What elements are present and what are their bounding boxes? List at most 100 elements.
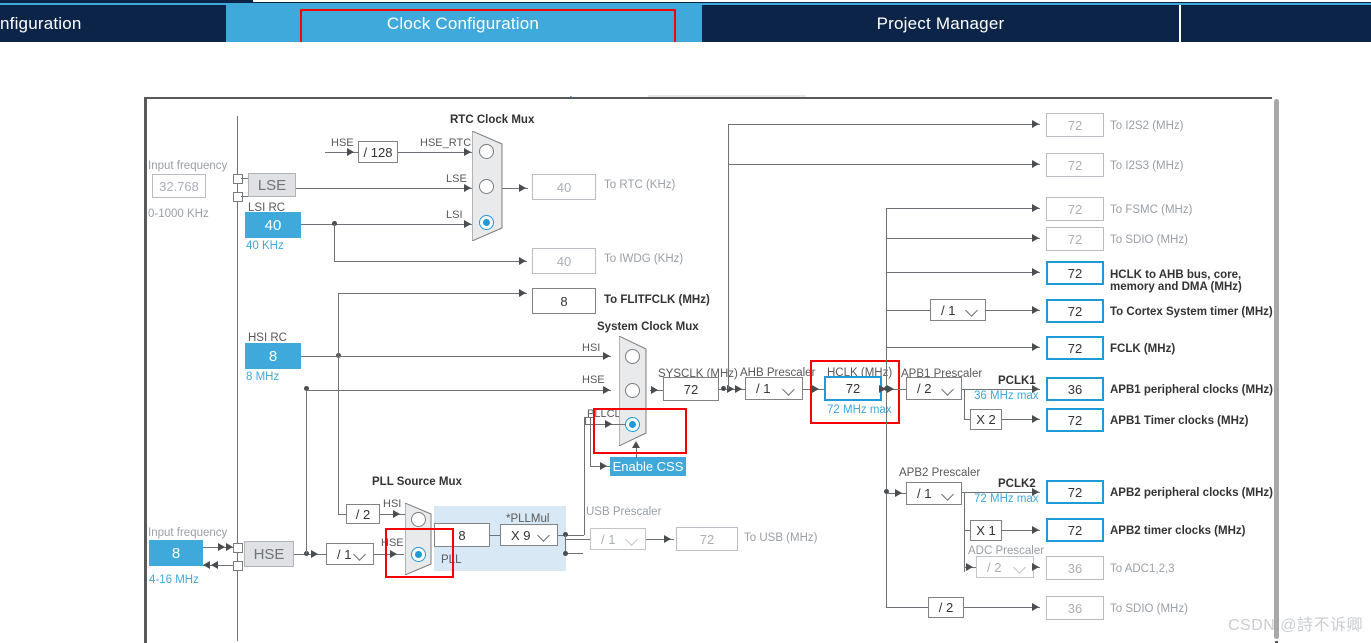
hse-source-box[interactable]: HSE xyxy=(244,541,294,567)
apb1-timer-out-arrow xyxy=(1032,415,1039,423)
hse-pin-2 xyxy=(233,561,243,571)
sysmux-option-hse[interactable] xyxy=(625,383,640,398)
tab-project-manager[interactable]: Project Manager xyxy=(702,5,1179,42)
enable-css-button[interactable]: Enable CSS xyxy=(610,457,686,476)
hclk-ahb-value[interactable]: 72 xyxy=(1046,261,1104,285)
sysclk-to-i2s2-arrow xyxy=(1032,120,1039,128)
sysmux-option-pllclk[interactable] xyxy=(625,417,640,432)
pll-out-wire xyxy=(558,535,584,536)
hclk-to-fsmc-wire xyxy=(886,208,1040,209)
tab-tools[interactable] xyxy=(1181,5,1371,42)
sysmux-option-hsi[interactable] xyxy=(625,349,640,364)
pll-mux-hse-signal-label: HSE xyxy=(381,537,404,549)
to-rtc-label: To RTC (KHz) xyxy=(604,179,676,191)
to-rtc-value[interactable]: 40 xyxy=(532,174,596,200)
sdio2-out-arrow xyxy=(1032,603,1039,611)
to-adc-value[interactable]: 36 xyxy=(1046,556,1104,580)
to-flitfclk-value[interactable]: 8 xyxy=(532,288,596,314)
hsi-to-flitf-arrow xyxy=(519,289,526,297)
usb-prescaler-combo[interactable]: / 1 xyxy=(590,528,646,550)
sysclk-to-i2s3-arrow xyxy=(1032,160,1039,168)
rtcmux-out-arrow xyxy=(519,184,526,192)
pclk2-branch-vwire xyxy=(964,492,965,572)
css-to-mux-arrow xyxy=(632,441,640,448)
apb2-in-arrow xyxy=(895,489,902,497)
lse-input-frequency-label: Input frequency xyxy=(148,160,228,172)
fclk-value[interactable]: 72 xyxy=(1046,336,1104,360)
hse-pin-arrow-2 xyxy=(203,561,210,569)
pclk1-out-wire xyxy=(962,389,1040,390)
apb1-timer-label: APB1 Timer clocks (MHz) xyxy=(1110,415,1249,427)
cortex-systick-value[interactable]: 72 xyxy=(1046,299,1104,323)
lse-pin-1 xyxy=(233,174,243,184)
chevron-down-icon xyxy=(940,381,956,397)
hclk-to-ahbbus-arrow xyxy=(1032,268,1039,276)
pllmul-combo[interactable]: X 9 xyxy=(500,524,558,546)
hclk-to-systick-wire xyxy=(886,310,930,311)
chevron-down-icon xyxy=(624,531,640,547)
rtc-mux-option-lse[interactable] xyxy=(479,179,494,194)
pll-mux-option-hse[interactable] xyxy=(411,547,426,562)
adc-prescaler-value: / 2 xyxy=(987,559,1002,575)
tab-clock-configuration[interactable]: Clock Configuration xyxy=(226,5,700,42)
to-i2s3-value[interactable]: 72 xyxy=(1046,153,1104,177)
pll-mux-option-hsi[interactable] xyxy=(411,512,426,527)
lse-source-box[interactable]: LSE xyxy=(248,173,296,197)
rtc-mux-option-lsi[interactable] xyxy=(479,215,494,230)
rtc-mux-lse-signal-label: LSE xyxy=(446,173,467,185)
pll-region-label: PLL xyxy=(441,554,462,566)
panel-vertical-scrollbar-thumb[interactable] xyxy=(1274,99,1279,639)
adc-prescaler-combo[interactable]: / 2 xyxy=(976,556,1034,578)
to-iwdg-label: To IWDG (KHz) xyxy=(604,253,684,265)
apb1-peripheral-value[interactable]: 36 xyxy=(1046,377,1104,401)
hse-rtc-out-arrow xyxy=(464,148,471,156)
to-iwdg-value[interactable]: 40 xyxy=(532,248,596,274)
hsi-rc-unit: 8 MHz xyxy=(246,371,280,383)
adc-out-arrow xyxy=(1032,563,1039,571)
usb-in-wire xyxy=(565,539,590,540)
hse-vertical-bus xyxy=(306,388,307,554)
hse-input-frequency-field[interactable]: 8 xyxy=(149,540,203,566)
hse-pin-arrow-1 xyxy=(218,543,225,551)
system-clock-mux[interactable] xyxy=(619,336,653,446)
apb2-prescaler-combo[interactable]: / 1 xyxy=(906,482,962,505)
chevron-down-icon xyxy=(1012,559,1028,575)
sysclk-junction xyxy=(721,386,726,391)
to-usb-value[interactable]: 72 xyxy=(676,527,738,551)
hsi-to-div2-vwire xyxy=(338,356,339,515)
cortex-systick-prescaler-combo[interactable]: / 1 xyxy=(930,299,986,321)
chevron-down-icon xyxy=(536,527,552,543)
chevron-down-icon xyxy=(964,302,980,318)
tab-pinout-configuration[interactable]: nfiguration xyxy=(0,5,226,42)
to-i2s2-value[interactable]: 72 xyxy=(1046,113,1104,137)
pll-source-mux[interactable] xyxy=(405,503,437,575)
hse-divider-combo[interactable]: / 1 xyxy=(326,543,374,565)
rtc-clock-mux-title: RTC Clock Mux xyxy=(450,114,535,126)
lse-input-frequency-field[interactable]: 32.768 xyxy=(152,174,206,198)
apb1-timer-value[interactable]: 72 xyxy=(1046,408,1104,432)
sdio-divider-box: / 2 xyxy=(928,597,964,618)
hse-pin-arrow-1b xyxy=(226,543,233,551)
to-sdio-value[interactable]: 72 xyxy=(1046,227,1104,251)
pllclk-to-sysmux-arrow xyxy=(605,420,612,428)
rtc-mux-option-hse-rtc[interactable] xyxy=(479,144,494,159)
lsi-rc-value-box[interactable]: 40 xyxy=(245,212,301,238)
apb2-peripheral-value[interactable]: 72 xyxy=(1046,480,1104,504)
rtc-clock-mux[interactable] xyxy=(472,131,508,241)
apb1-peripheral-label: APB1 peripheral clocks (MHz) xyxy=(1110,384,1273,396)
ahb-prescaler-combo[interactable]: / 1 xyxy=(745,377,803,400)
to-sdio2-value[interactable]: 36 xyxy=(1046,596,1104,620)
apb2-prescaler-value: / 1 xyxy=(917,486,932,501)
pllmul-value: X 9 xyxy=(511,527,531,543)
hclk-value[interactable]: 72 xyxy=(824,376,882,401)
pclk1-to-x2-vwire xyxy=(964,389,965,419)
to-adc-label: To ADC1,2,3 xyxy=(1110,563,1175,575)
hsi-rc-value-box[interactable]: 8 xyxy=(245,343,301,369)
apb1-prescaler-value: / 2 xyxy=(917,381,932,396)
usb-prescaler-caption: USB Prescaler xyxy=(586,506,662,518)
tab-label: Project Manager xyxy=(876,13,1005,33)
apb1-prescaler-combo[interactable]: / 2 xyxy=(906,377,962,400)
apb2-timer-value[interactable]: 72 xyxy=(1046,518,1104,542)
to-fsmc-value[interactable]: 72 xyxy=(1046,197,1104,221)
sysclk-out-arrow-b xyxy=(735,385,742,393)
